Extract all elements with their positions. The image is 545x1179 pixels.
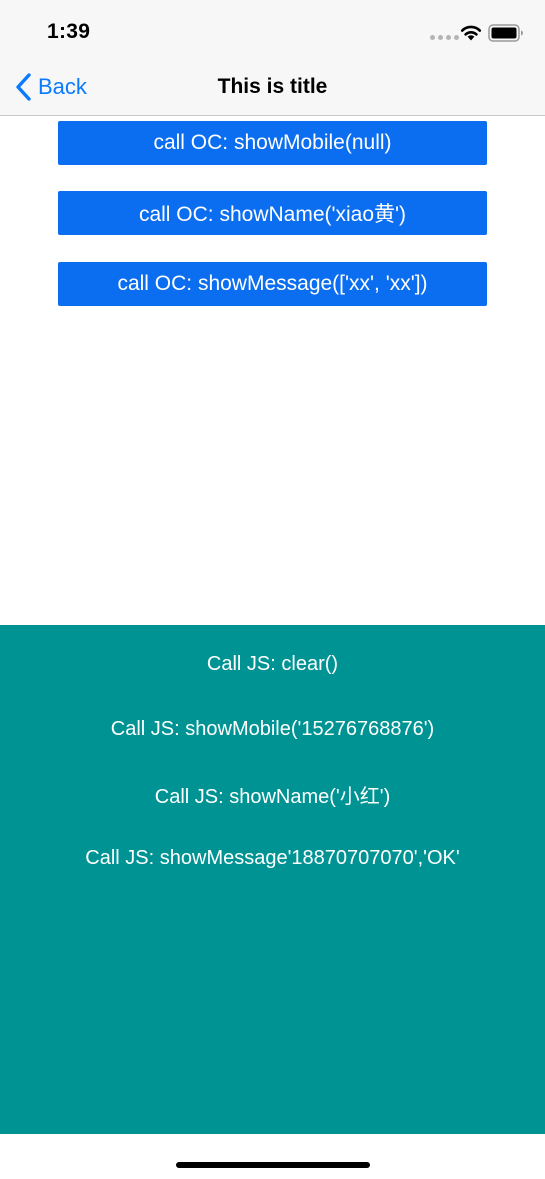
web-view: call OC: showMobile(null) call OC: showN…: [0, 117, 545, 625]
native-panel: Call JS: clear() Call JS: showMobile('15…: [0, 625, 545, 1134]
call-js-show-message-button[interactable]: Call JS: showMessage'18870707070','OK': [0, 838, 545, 878]
home-indicator[interactable]: [176, 1162, 370, 1168]
call-oc-show-mobile-button[interactable]: call OC: showMobile(null): [58, 121, 487, 165]
navigation-bar: Back This is title: [0, 58, 545, 116]
status-time: 1:39: [47, 20, 91, 43]
home-indicator-area: [0, 1134, 545, 1179]
call-js-show-mobile-button[interactable]: Call JS: showMobile('15276768876'): [0, 709, 545, 749]
page-title: This is title: [217, 75, 328, 98]
call-js-show-name-button[interactable]: Call JS: showName('小红'): [0, 774, 545, 814]
battery-icon: [488, 24, 523, 42]
phone-screen: 1:39 Back This is title call OC: showMob…: [0, 0, 545, 1179]
call-oc-show-message-button[interactable]: call OC: showMessage(['xx', 'xx']): [58, 262, 487, 306]
status-bar: 1:39: [0, 0, 545, 58]
call-js-clear-button[interactable]: Call JS: clear(): [0, 644, 545, 684]
wifi-icon: [460, 25, 482, 41]
call-oc-show-name-button[interactable]: call OC: showName('xiao黄'): [58, 191, 487, 235]
signal-icon: [430, 35, 459, 40]
